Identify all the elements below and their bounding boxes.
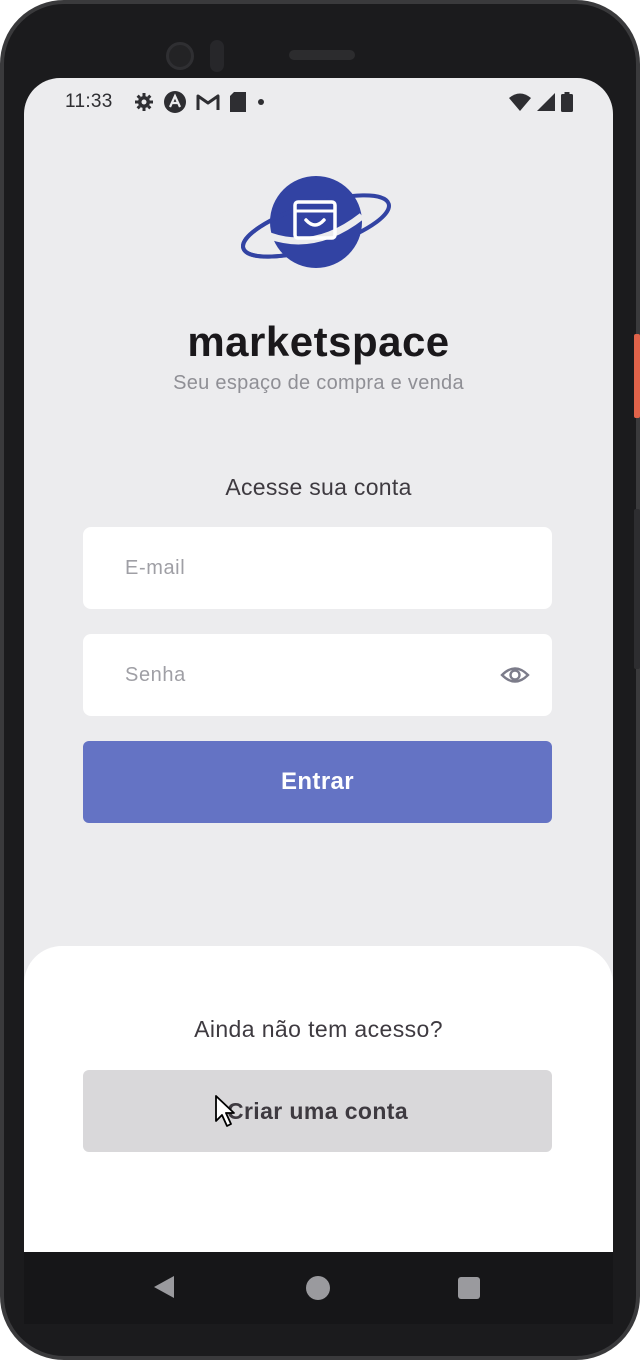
- email-placeholder: E-mail: [125, 557, 186, 579]
- login-button[interactable]: Entrar: [83, 741, 552, 823]
- eye-icon[interactable]: [500, 660, 530, 690]
- system-icons: [509, 92, 573, 112]
- proximity-sensor: [210, 40, 224, 72]
- gmail-icon: [196, 94, 220, 110]
- app-title: marketspace: [187, 318, 450, 365]
- status-time: 11:33: [65, 91, 113, 112]
- back-icon[interactable]: [152, 1274, 176, 1300]
- earpiece-speaker: [289, 50, 355, 60]
- home-icon[interactable]: [306, 1276, 330, 1300]
- power-button: [634, 334, 640, 418]
- password-placeholder: Senha: [125, 664, 186, 686]
- battery-icon: [561, 92, 573, 112]
- navigation-bar: [24, 1252, 613, 1324]
- volume-button: [634, 509, 640, 669]
- app-screen: 11:33 marketspace Seu espaço de compra e…: [24, 78, 613, 1252]
- sd-card-icon: [230, 92, 246, 112]
- marketspace-logo: [241, 176, 391, 268]
- gear-icon: [135, 93, 153, 111]
- status-bar: 11:33: [24, 78, 613, 126]
- front-camera: [166, 42, 194, 70]
- wifi-icon: [509, 93, 531, 111]
- password-field[interactable]: Senha: [83, 634, 552, 716]
- recents-icon[interactable]: [458, 1277, 480, 1299]
- create-account-button[interactable]: Criar uma conta: [83, 1070, 552, 1152]
- login-heading: Acesse sua conta: [225, 474, 412, 500]
- mouse-cursor-icon: [215, 1095, 235, 1127]
- email-field[interactable]: E-mail: [83, 527, 552, 609]
- notification-icons: [134, 91, 266, 113]
- signup-panel: Ainda não tem acesso? Criar uma conta: [24, 946, 613, 1252]
- app-a-icon: [164, 91, 186, 113]
- app-tagline: Seu espaço de compra e venda: [173, 372, 464, 394]
- dot-icon: [258, 99, 264, 105]
- signup-prompt: Ainda não tem acesso?: [194, 1016, 443, 1042]
- signal-icon: [537, 93, 555, 111]
